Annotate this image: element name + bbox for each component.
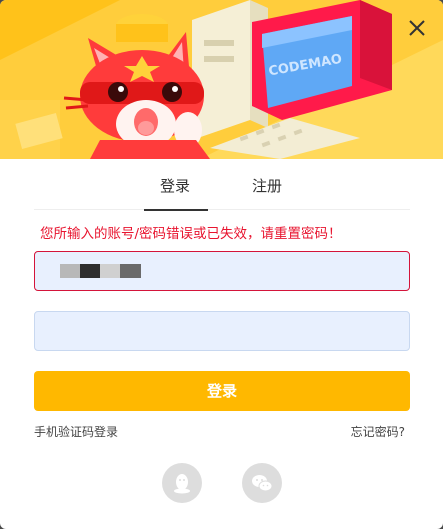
banner-art: CODEMAO xyxy=(0,0,443,159)
tab-login[interactable]: 登录 xyxy=(160,175,190,196)
account-blur xyxy=(80,264,100,278)
close-button[interactable] xyxy=(405,16,429,40)
sms-login-link[interactable]: 手机验证码登录 xyxy=(34,423,118,440)
active-tab-indicator xyxy=(144,209,208,211)
forgot-password-link[interactable]: 忘记密码? xyxy=(351,423,405,440)
banner-illustration: CODEMAO xyxy=(0,0,443,159)
password-field[interactable] xyxy=(34,311,410,351)
wechat-icon xyxy=(252,475,273,492)
qq-icon xyxy=(174,474,190,494)
tab-register[interactable]: 注册 xyxy=(252,175,282,196)
close-icon xyxy=(409,20,425,36)
login-button[interactable]: 登录 xyxy=(34,371,410,411)
login-modal: CODEMAO 登录 注册 您所输入的账号/密码错误或已失效，请重置密码！ 登录… xyxy=(0,0,443,529)
error-message: 您所输入的账号/密码错误或已失效，请重置密码！ xyxy=(40,226,342,242)
qq-login-button[interactable] xyxy=(162,463,202,503)
account-blur xyxy=(120,264,141,278)
wechat-login-button[interactable] xyxy=(242,463,282,503)
password-input[interactable] xyxy=(35,312,409,350)
auth-tabs: 登录 注册 xyxy=(34,160,410,211)
account-blur xyxy=(60,264,80,278)
account-blur xyxy=(100,264,120,278)
